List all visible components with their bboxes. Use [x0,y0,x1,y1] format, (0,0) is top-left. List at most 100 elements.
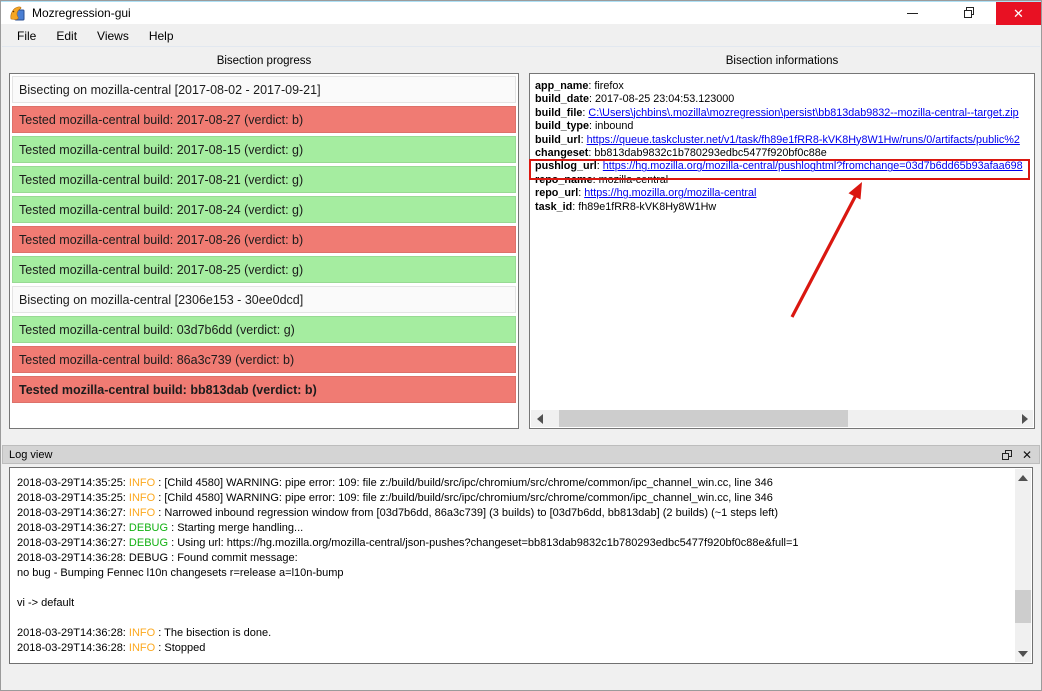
info-row-pushlog_url: pushlog_url: https://hg.mozilla.org/mozi… [535,160,1029,173]
log-line: 2018-03-29T14:36:27: DEBUG : Starting me… [17,521,1012,536]
scroll-left-icon[interactable] [531,410,548,427]
info-row-repo_url: repo_url: https://hg.mozilla.org/mozilla… [535,187,1029,200]
log-level: DEBUG [128,537,169,549]
info-horizontal-scrollbar[interactable] [531,410,1033,427]
info-value: 2017-08-25 23:04:53.123000 [595,93,735,106]
menu-file[interactable]: File [7,26,46,46]
progress-list-item[interactable]: Tested mozilla-central build: 2017-08-21… [12,166,516,193]
info-row-repo_name: repo_name: mozilla-central [535,174,1029,187]
log-lines: 2018-03-29T14:35:25: INFO : [Child 4580]… [17,476,1012,656]
progress-list-item[interactable]: Tested mozilla-central build: 2017-08-15… [12,136,516,163]
log-message: : Narrowed inbound regression window fro… [155,507,779,519]
scroll-down-icon[interactable] [1015,645,1031,662]
progress-list-item[interactable]: Tested mozilla-central build: bb813dab (… [12,376,516,403]
log-line: vi -> default [17,596,1012,611]
info-value-link[interactable]: https://hg.mozilla.org/mozilla-central [584,187,756,199]
info-key: task_id [535,200,573,213]
restore-button[interactable] [946,2,991,25]
minimize-icon [907,13,918,14]
info-row-build_type: build_type: inbound [535,120,1029,133]
info-key: build_url [535,133,581,146]
info-value: bb813dab9832c1b780293edbc5477f920bf0c88e [594,147,827,160]
scrollbar-thumb[interactable] [1015,590,1031,623]
log-level: INFO [128,492,156,504]
log-level: INFO [128,507,156,519]
log-timestamp: 2018-03-29T14:36:27: [17,522,129,534]
info-value: mozilla-central [598,173,669,186]
progress-list-item[interactable]: Tested mozilla-central build: 86a3c739 (… [12,346,516,373]
log-message: no bug - Bumping Fennec l10n changesets … [17,567,344,579]
menu-help[interactable]: Help [139,26,184,46]
scroll-up-icon[interactable] [1015,469,1031,486]
log-timestamp: 2018-03-29T14:36:28: [17,627,129,639]
log-message: : Found commit message: [168,552,298,564]
log-level: INFO [128,642,156,654]
log-vertical-scrollbar[interactable] [1015,469,1031,662]
minimize-button[interactable] [890,2,935,25]
log-message: : The bisection is done. [155,627,272,639]
log-timestamp: 2018-03-29T14:35:25: [17,477,129,489]
bisection-progress-title: Bisection progress [216,55,312,67]
log-message: : Using url: https://hg.mozilla.org/mozi… [168,537,799,549]
info-row-task_id: task_id: fh89e1fRR8-kVK8Hy8W1Hw [535,201,1029,214]
menu-views[interactable]: Views [87,26,139,46]
progress-list-item[interactable]: Tested mozilla-central build: 2017-08-25… [12,256,516,283]
log-line: 2018-03-29T14:36:28: DEBUG : Found commi… [17,551,1012,566]
log-line: 2018-03-29T14:35:25: INFO : [Child 4580]… [17,476,1012,491]
dock-float-button[interactable] [1002,450,1013,461]
info-key: build_type [535,120,589,133]
log-timestamp: 2018-03-29T14:36:28: [17,642,129,654]
info-value-link[interactable]: https://queue.taskcluster.net/v1/task/fh… [587,134,1020,146]
progress-list-item[interactable]: Tested mozilla-central build: 2017-08-24… [12,196,516,223]
menu-edit[interactable]: Edit [46,26,87,46]
log-line: 2018-03-29T14:36:28: INFO : Stopped [17,641,1012,656]
log-line: no bug - Bumping Fennec l10n changesets … [17,566,1012,581]
scrollbar-thumb[interactable] [559,410,848,427]
log-timestamp: 2018-03-29T14:36:28: [17,552,129,564]
log-timestamp: 2018-03-29T14:35:25: [17,492,129,504]
progress-list-item[interactable]: Bisecting on mozilla-central [2306e153 -… [12,286,516,313]
progress-list-item[interactable]: Tested mozilla-central build: 2017-08-27… [12,106,516,133]
info-key: pushlog_url [535,160,597,173]
info-row-build_file: build_file: C:\Users\jchbins\.mozilla\mo… [535,107,1029,120]
info-value-link[interactable]: C:\Users\jchbins\.mozilla\mozregression\… [588,107,1018,119]
info-key: repo_name [535,173,593,186]
log-view-titlebar: Log view ✕ [2,445,1040,464]
bisection-progress-list: Bisecting on mozilla-central [2017-08-02… [9,73,519,429]
log-level: INFO [128,627,156,639]
info-value: fh89e1fRR8-kVK8Hy8W1Hw [578,200,717,213]
log-message [17,612,20,624]
progress-list-item[interactable]: Bisecting on mozilla-central [2017-08-02… [12,76,516,103]
log-message: : [Child 4580] WARNING: pipe error: 109:… [155,477,773,489]
log-line: 2018-03-29T14:35:25: INFO : [Child 4580]… [17,491,1012,506]
app-icon [10,6,25,21]
info-key: changeset [535,147,589,160]
progress-list-item[interactable]: Tested mozilla-central build: 03d7b6dd (… [12,316,516,343]
close-button[interactable]: ✕ [996,2,1041,25]
log-line: 2018-03-29T14:36:27: INFO : Narrowed inb… [17,506,1012,521]
scroll-right-icon[interactable] [1016,410,1033,427]
info-value: firefox [594,80,624,92]
progress-list-item[interactable]: Tested mozilla-central build: 2017-08-26… [12,226,516,253]
menu-bar: File Edit Views Help [2,25,1040,47]
log-line: 2018-03-29T14:36:28: INFO : The bisectio… [17,626,1012,641]
log-view-panel: 2018-03-29T14:35:25: INFO : [Child 4580]… [9,467,1033,664]
info-key: build_date [535,93,589,106]
log-level: DEBUG [128,552,169,564]
log-level: DEBUG [128,522,169,534]
log-line: 2018-03-29T14:36:27: DEBUG : Using url: … [17,536,1012,551]
info-row-changeset: changeset: bb813dab9832c1b780293edbc5477… [535,147,1029,160]
bisection-informations-panel: app_name: firefox build_date: 2017-08-25 … [529,73,1035,429]
restore-icon [964,7,974,18]
info-row-app_name: app_name: firefox [535,80,1029,93]
log-message: : Stopped [155,642,206,654]
log-message: vi -> default [17,597,75,609]
log-message: : [Child 4580] WARNING: pipe error: 109:… [155,492,773,504]
log-message [17,582,20,594]
log-timestamp: 2018-03-29T14:36:27: [17,537,129,549]
window-title: Mozregression-gui [32,6,131,20]
dock-close-button[interactable]: ✕ [1022,448,1032,462]
log-view-title: Log view [9,449,53,461]
log-message: : Starting merge handling... [168,522,304,534]
info-value-link[interactable]: https://hg.mozilla.org/mozilla-central/p… [603,160,1023,172]
